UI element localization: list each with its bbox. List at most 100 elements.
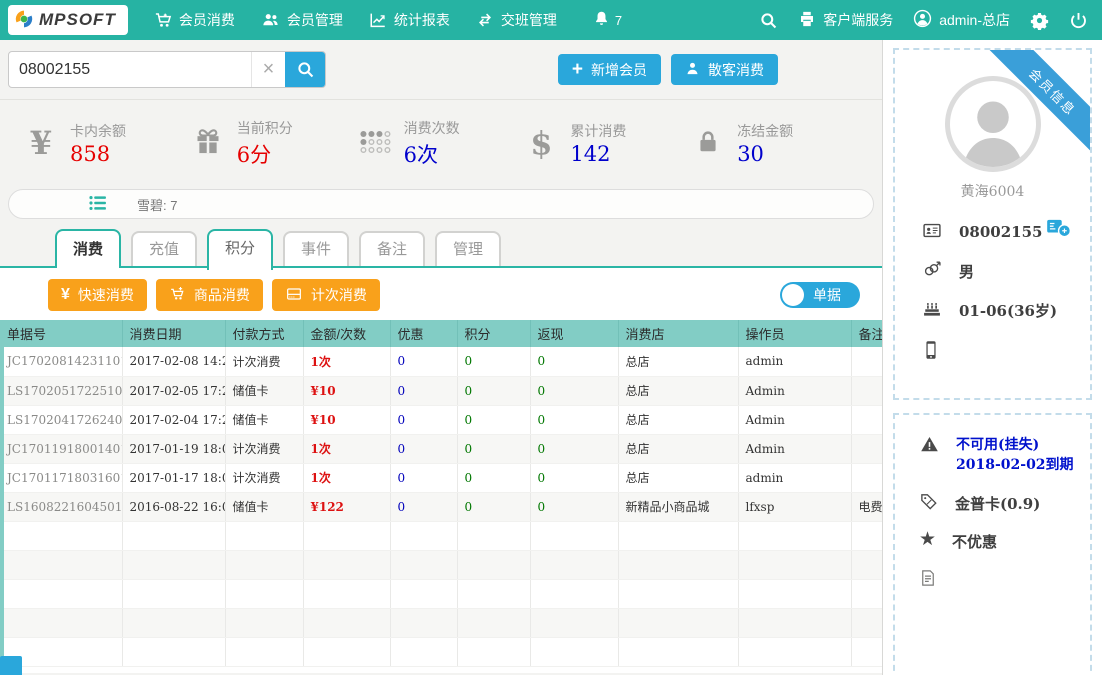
stat-value: 30: [737, 142, 793, 166]
tabs-row: 消费 充值 积分 事件 备注 管理: [0, 225, 882, 268]
yen-icon: ¥: [61, 286, 70, 304]
search-icon[interactable]: [759, 11, 778, 30]
table-row[interactable]: JC17011718031601282017-01-17 18:03计次消费1次…: [0, 463, 882, 492]
table-cell: [122, 579, 225, 608]
table-cell: [618, 608, 738, 637]
table-cell: [225, 550, 303, 579]
swipe-card-icon[interactable]: [1046, 218, 1072, 241]
table-cell: [851, 463, 882, 492]
table-cell: 0: [457, 463, 530, 492]
add-member-label: 新增会员: [591, 60, 647, 80]
power-icon[interactable]: [1069, 11, 1088, 30]
search-button[interactable]: [285, 52, 325, 87]
client-service-button[interactable]: 客户端服务: [798, 10, 893, 31]
logo-text: MPSOFT: [39, 10, 116, 30]
member-search-input[interactable]: [9, 52, 251, 87]
goods-consume-button[interactable]: 商品消费: [156, 279, 263, 311]
notice-bar: 雪碧: 7: [8, 189, 874, 219]
list-icon[interactable]: [87, 193, 109, 216]
table-cell: [530, 637, 618, 666]
table-cell: [851, 550, 882, 579]
tab-points[interactable]: 积分: [207, 229, 273, 270]
table-cell: [390, 637, 457, 666]
ribbon-wrap: 会员信息: [978, 50, 1090, 162]
table-cell: [303, 550, 390, 579]
clear-icon[interactable]: ×: [251, 52, 285, 87]
consumption-table-body: JC17020814231101282017-02-08 14:23计次消费1次…: [0, 347, 882, 666]
card-type: 金普卡(0.9): [955, 493, 1040, 514]
member-card-number: 08002155: [959, 223, 1043, 241]
tab-notes[interactable]: 备注: [359, 231, 425, 266]
actions-row: ¥ 快速消费 商品消费 计次消费 单据: [0, 268, 882, 320]
table-cell: 0: [390, 492, 457, 521]
app-logo[interactable]: MPSOFT: [8, 5, 128, 35]
table-cell: [738, 608, 851, 637]
table-cell: 2017-02-05 17:22: [122, 376, 225, 405]
nav-statistics[interactable]: 统计报表: [369, 10, 450, 30]
table-cell: [457, 579, 530, 608]
users-icon: [261, 11, 280, 29]
table-cell: [457, 637, 530, 666]
quick-consume-button[interactable]: ¥ 快速消费: [48, 279, 147, 311]
table-row[interactable]: JC17020814231101282017-02-08 14:23计次消费1次…: [0, 347, 882, 376]
nav-member-manage[interactable]: 会员管理: [261, 10, 343, 30]
remark-row: [919, 568, 1090, 591]
table-row[interactable]: LS17020417262401152017-02-04 17:26储值卡¥10…: [0, 405, 882, 434]
add-member-button[interactable]: + 新增会员: [558, 54, 661, 85]
table-cell: [225, 608, 303, 637]
user-menu[interactable]: admin-总店: [913, 9, 1010, 31]
table-cell: [530, 579, 618, 608]
receipt-toggle[interactable]: 单据: [780, 282, 860, 308]
table-cell: [851, 521, 882, 550]
tab-manage[interactable]: 管理: [435, 231, 501, 266]
table-cell: 2017-01-19 18:00: [122, 434, 225, 463]
table-cell: [390, 579, 457, 608]
tab-events[interactable]: 事件: [283, 231, 349, 266]
table-header: 单据号 消费日期 付款方式 金额/次数 优惠 积分 返现 消费店 操作员 备注: [0, 320, 882, 347]
column-header: 操作员: [738, 320, 851, 347]
table-cell: ¥122: [303, 492, 390, 521]
table-cell: [851, 608, 882, 637]
table-cell: LS1702041726240115: [0, 405, 122, 434]
stat-label: 冻结金额: [737, 121, 793, 141]
table-row[interactable]: LS16082216045019602016-08-22 16:04储值卡¥12…: [0, 492, 882, 521]
table-row[interactable]: JC17011918001401302017-01-19 18:00计次消费1次…: [0, 434, 882, 463]
table-row[interactable]: LS17020517225101752017-02-05 17:22储值卡¥10…: [0, 376, 882, 405]
card-type-row: 金普卡(0.9): [919, 492, 1090, 514]
table-cell: ¥10: [303, 376, 390, 405]
table-cell: 0: [457, 376, 530, 405]
gear-icon[interactable]: [1030, 11, 1049, 30]
card-icon: [285, 286, 303, 305]
table-cell: 总店: [618, 463, 738, 492]
corner-button[interactable]: [0, 656, 22, 675]
member-gender: 男: [959, 261, 974, 282]
tab-consume[interactable]: 消费: [55, 229, 121, 268]
table-cell: 0: [457, 434, 530, 463]
table-cell: [851, 637, 882, 666]
nav-member-consume[interactable]: 会员消费: [154, 10, 235, 30]
nav-label: 统计报表: [394, 10, 450, 30]
notifications-button[interactable]: 7: [593, 10, 622, 30]
table-cell: lfxsp: [738, 492, 851, 521]
toggle-label: 单据: [813, 285, 841, 305]
table-cell: [851, 579, 882, 608]
table-cell: [122, 521, 225, 550]
cart-icon: [154, 11, 172, 29]
table-cell: 电费: [851, 492, 882, 521]
table-cell: 储值卡: [225, 492, 303, 521]
table-cell: 计次消费: [225, 434, 303, 463]
id-card-icon: [921, 221, 943, 243]
walkin-consume-button[interactable]: 散客消费: [671, 54, 778, 85]
table-cell: [457, 608, 530, 637]
plus-icon: +: [572, 60, 583, 79]
table-cell: [390, 521, 457, 550]
tab-recharge[interactable]: 充值: [131, 231, 197, 266]
times-consume-button[interactable]: 计次消费: [272, 279, 380, 311]
notification-count: 7: [615, 13, 622, 28]
table-left-strip: [0, 320, 4, 667]
nav-shift-manage[interactable]: 交班管理: [476, 10, 557, 30]
stat-balance: ¥ 卡内余额 858: [24, 121, 191, 166]
logo-icon: [14, 9, 34, 32]
member-sidebar: 会员信息 黄海6004 08002155 男 01-06(36岁): [882, 40, 1102, 675]
table-cell: [225, 579, 303, 608]
